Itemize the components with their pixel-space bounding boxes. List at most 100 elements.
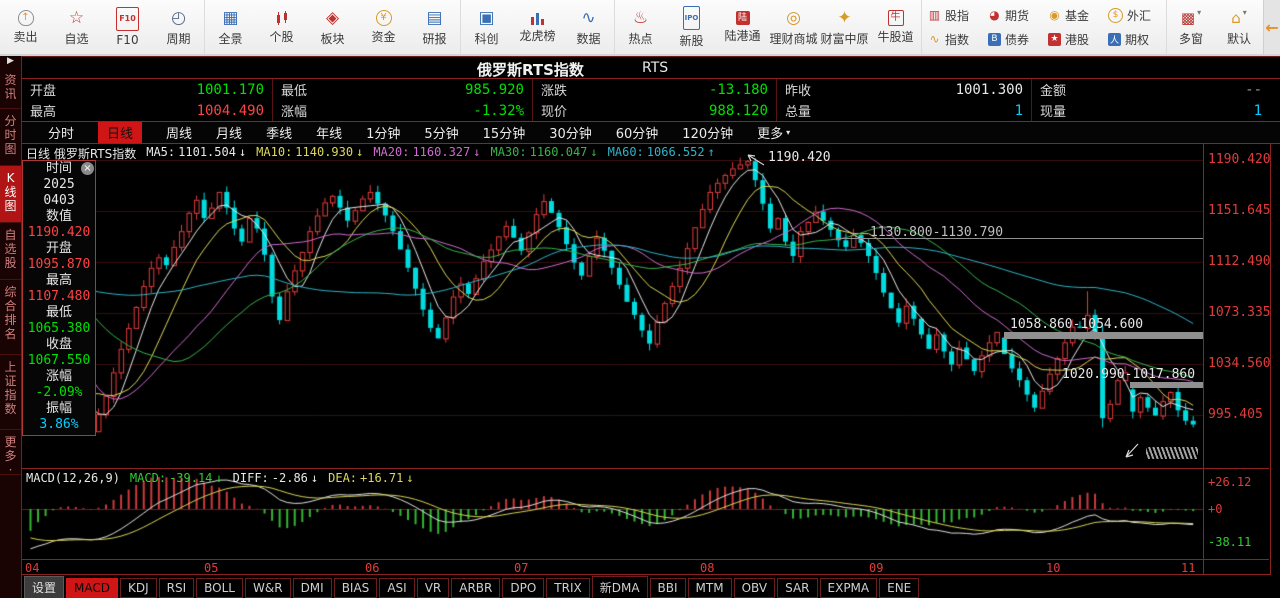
period-tab[interactable]: 60分钟 [616, 123, 659, 142]
period-tab[interactable]: 年线 [316, 123, 342, 142]
indicator-tab[interactable]: 设置 [24, 576, 65, 598]
kline-canvas[interactable] [22, 144, 1203, 574]
period-tab[interactable]: 30分钟 [549, 123, 592, 142]
indicator-tab-bar: 设置 MACD KDJ RSI BOLL W&R DMI BIAS ASI VR ARBR DPO TR… [22, 575, 1280, 598]
market-shortcut-button[interactable]: 人 期权 [1108, 27, 1160, 51]
toolbar-icon: ∿ [581, 7, 596, 28]
info-panel-row: 1065.380 [27, 321, 91, 336]
indicator-tab[interactable]: BOLL [196, 577, 243, 598]
close-icon[interactable]: × [81, 162, 94, 175]
quote-field-value: -- [1245, 81, 1262, 98]
indicator-tab[interactable]: DPO [502, 577, 545, 598]
toolbar-button[interactable]: ◎ 理财商城 [768, 0, 819, 54]
market-shortcut-button[interactable]: $ 外汇 [1108, 3, 1160, 27]
toolbar-button[interactable]: ☆ 自选 [51, 0, 102, 54]
multi-window-icon: ▩ [1180, 8, 1196, 27]
period-tab[interactable]: 周线 [166, 123, 192, 142]
indicator-tab[interactable]: W&R [245, 577, 291, 598]
time-axis: 04 05 06 07 08 09 10 11 [22, 559, 1269, 575]
toolbar-button[interactable]: IPO 新股 [666, 0, 717, 54]
home-icon: ⌂ [1231, 8, 1241, 27]
toolbar-button[interactable]: 牛 牛股道 [870, 0, 921, 54]
quote-field-value: 1001.300 [955, 81, 1023, 98]
indicator-tab[interactable]: KDJ [120, 577, 157, 598]
sidebar-item[interactable]: 分时图 [0, 109, 21, 166]
info-panel-row: 1107.480 [27, 289, 91, 304]
default-layout-button[interactable]: ⌂ ▾ 默认 [1215, 0, 1263, 54]
period-tab[interactable]: 5分钟 [424, 123, 458, 142]
sidebar-item[interactable]: 自选股 [0, 223, 21, 280]
toolbar-button[interactable]: 个股 [256, 0, 307, 54]
toolbar-icon: ▣ [478, 7, 495, 28]
period-tab[interactable]: 120分钟 [682, 123, 733, 142]
sidebar-item[interactable]: 上证指数 [0, 355, 21, 430]
toolbar-button[interactable]: ▤ 研报 [409, 0, 460, 54]
indicator-tab[interactable]: 新DMA [591, 576, 648, 598]
toolbar-button[interactable]: 陆 陆港通 [717, 0, 768, 54]
period-tab[interactable]: 1分钟 [366, 123, 400, 142]
toolbar-button[interactable]: ♨ 热点 [614, 0, 666, 54]
period-tab-more[interactable]: 更多 ▾ [757, 123, 790, 142]
indicator-tab[interactable]: DMI [292, 577, 332, 598]
collapse-toolbar-arrow[interactable]: ← [1263, 0, 1280, 54]
market-shortcut-button[interactable]: ◕ 期货 [988, 3, 1040, 27]
market-shortcut-icon: ◉ [1049, 8, 1060, 22]
multi-window-button[interactable]: ▩ ▾ 多窗 [1167, 0, 1215, 54]
market-shortcut-button[interactable]: ∿ 指数 [928, 27, 980, 51]
toolbar-icon [273, 9, 290, 26]
toolbar-button[interactable]: F10 F10 [102, 0, 153, 54]
indicator-tab[interactable]: SAR [777, 577, 818, 598]
sidebar-item[interactable]: 更多· [0, 430, 21, 477]
toolbar-button[interactable]: ▣ 科创 [460, 0, 512, 54]
indicator-tab[interactable]: TRIX [546, 577, 590, 598]
ma-legend-item: MA5: 1101.504 ↓ [146, 145, 247, 159]
toolbar-button-label: 周期 [166, 31, 191, 46]
toolbar-button[interactable]: ¥ 资金 [358, 0, 409, 54]
indicator-tab[interactable]: MACD [66, 577, 118, 598]
toolbar-button-label: 热点 [628, 31, 653, 46]
period-tab[interactable]: 日线 [98, 122, 143, 143]
ma-legend-item: MA60: 1066.552 ↑ [607, 145, 715, 159]
sidebar-item[interactable]: K线图 [0, 166, 21, 223]
market-shortcut-button[interactable]: ★ 港股 [1048, 27, 1100, 51]
quote-field-label: 涨幅 [281, 105, 308, 120]
sidebar-item[interactable]: 资讯 [0, 68, 21, 109]
indicator-tab[interactable]: ARBR [451, 577, 501, 598]
sidebar-expand-icon[interactable]: ▶ [0, 56, 21, 68]
indicator-tab[interactable]: ASI [379, 577, 415, 598]
market-shortcut-button[interactable]: ▥ 股指 [928, 3, 980, 27]
indicator-tab[interactable]: ENE [879, 577, 920, 598]
indicator-tab[interactable]: MTM [687, 577, 732, 598]
sidebar-item[interactable]: 综合排名 [0, 280, 21, 355]
toolbar-button[interactable]: ↑ 卖出 [0, 0, 51, 54]
ma-legend-item: MA10: 1140.930 ↓ [256, 145, 364, 159]
period-tab-bar: 分时 日线 周线 月线 季线 年线 1分钟 5分钟 15分钟 30分钟 60分钟 120分钟 更多 ▾ [22, 122, 1280, 144]
period-tab[interactable]: 月线 [216, 123, 242, 142]
quote-field-label: 现价 [541, 105, 568, 120]
chevron-down-icon: ▾ [786, 128, 791, 137]
toolbar-button[interactable]: 龙虎榜 [512, 0, 563, 54]
period-tab[interactable]: 季线 [266, 123, 292, 142]
indicator-tab[interactable]: VR [416, 577, 450, 598]
period-tab[interactable]: 15分钟 [483, 123, 526, 142]
indicator-tab[interactable]: EXPMA [819, 577, 878, 598]
market-shortcut-button[interactable]: B 债券 [988, 27, 1040, 51]
toolbar-button[interactable]: ▦ 全景 [204, 0, 256, 54]
toolbar-button[interactable]: ◈ 板块 [307, 0, 358, 54]
info-panel-row: 2025 [43, 177, 75, 192]
time-axis-tick: 05 [204, 561, 219, 575]
toolbar-button[interactable]: ◴ 周期 [153, 0, 204, 54]
toolbar-button[interactable]: ✦ 财富中原 [819, 0, 870, 54]
toolbar-icon: ◈ [325, 7, 340, 28]
indicator-tab[interactable]: OBV [733, 577, 776, 598]
market-shortcut-icon: $ [1108, 7, 1123, 23]
toolbar-button[interactable]: ∿ 数据 [563, 0, 614, 54]
low-arrow-icon [1125, 443, 1139, 458]
quote-field-label: 最高 [30, 105, 57, 120]
period-tab[interactable]: 分时 [48, 123, 74, 142]
indicator-tab[interactable]: BBI [649, 577, 686, 598]
indicator-tab[interactable]: RSI [158, 577, 195, 598]
toolbar-button-label: 新股 [679, 33, 704, 48]
indicator-tab[interactable]: BIAS [333, 577, 378, 598]
market-shortcut-button[interactable]: ◉ 基金 [1048, 3, 1100, 27]
